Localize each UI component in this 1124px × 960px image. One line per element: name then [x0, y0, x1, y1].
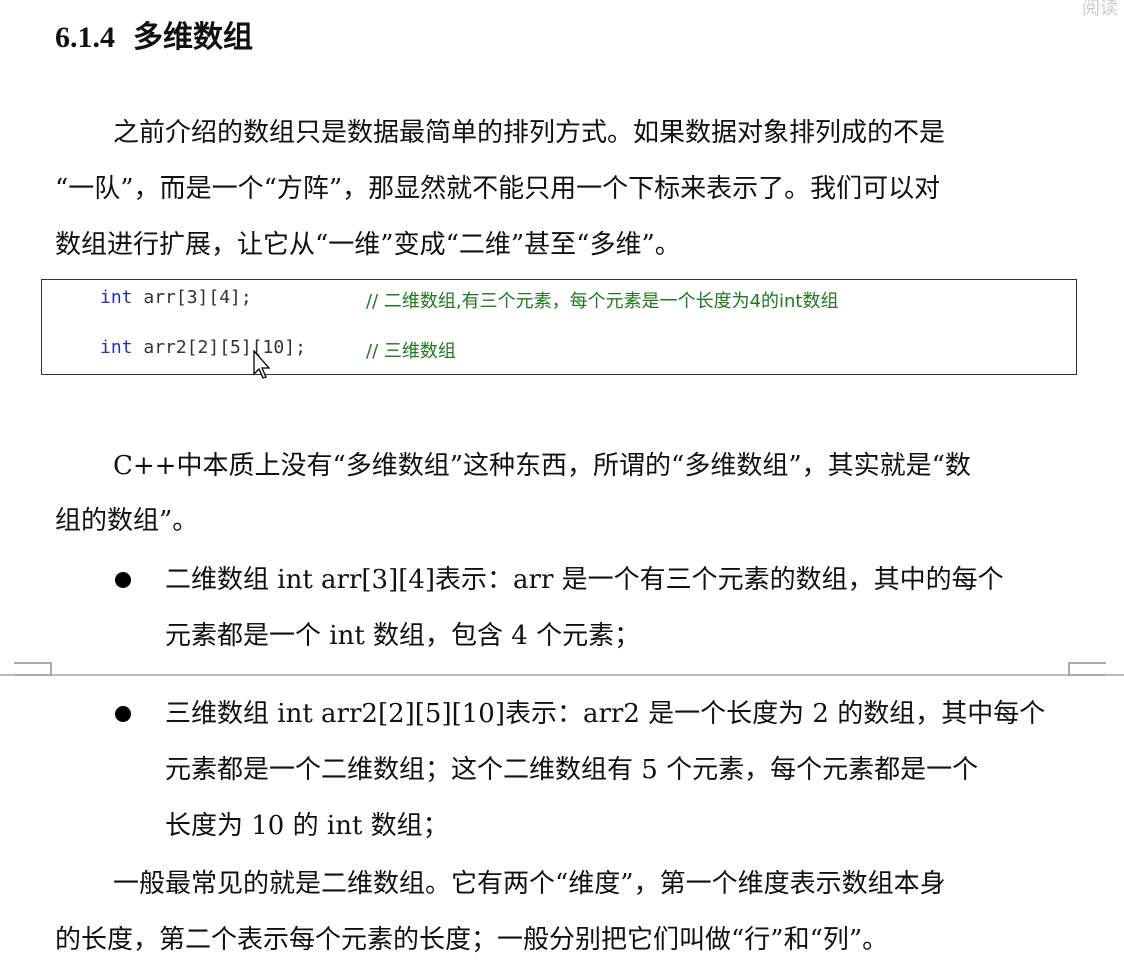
- paragraph-line: 之前介绍的数组只是数据最简单的排列方式。如果数据对象排列成的不是: [113, 118, 946, 148]
- section-heading: 6.1.4 多维数组: [55, 12, 253, 56]
- code-line: int arr[3][4];: [100, 287, 252, 308]
- mouse-cursor-icon: [253, 350, 271, 379]
- code-keyword: int: [100, 287, 133, 308]
- paragraph-line: 组的数组”。: [55, 506, 199, 536]
- code-declaration: arr[3][4];: [132, 287, 252, 308]
- page-break-line: [0, 674, 1124, 676]
- code-comment: // 二维数组,有三个元素，每个元素是一个长度为4的int数组: [366, 291, 839, 312]
- reading-mode-label[interactable]: 阅读: [1082, 0, 1118, 20]
- paragraph-line: 一般最常见的就是二维数组。它有两个“维度”，第一个维度表示数组本身: [113, 869, 946, 899]
- paragraph-line: 的长度，第二个表示每个元素的长度；一般分别把它们叫做“行”和“列”。: [55, 925, 889, 955]
- page-corner-mark: [14, 662, 52, 676]
- list-item-line: 元素都是一个 int 数组，包含 4 个元素；: [165, 621, 641, 651]
- list-item-line: 元素都是一个二维数组；这个二维数组有 5 个元素，每个元素都是一个: [165, 755, 979, 785]
- code-comment: // 三维数组: [366, 341, 456, 362]
- list-item-line: 长度为 10 的 int 数组；: [165, 811, 449, 841]
- bullet-icon: [115, 572, 131, 588]
- section-title: 多维数组: [133, 21, 253, 54]
- list-item-line: 三维数组 int arr2[2][5][10]表示：arr2 是一个长度为 2 …: [165, 699, 1046, 729]
- page-corner-mark: [1068, 662, 1106, 676]
- section-number: 6.1.4: [55, 21, 115, 54]
- code-keyword: int: [100, 337, 133, 358]
- paragraph-line: “一队”，而是一个“方阵”，那显然就不能只用一个下标来表示了。我们可以对: [55, 174, 941, 204]
- paragraph-line: 数组进行扩展，让它从“一维”变成“二维”甚至“多维”。: [55, 230, 681, 260]
- bullet-icon: [115, 706, 131, 722]
- list-item-line: 二维数组 int arr[3][4]表示：arr 是一个有三个元素的数组，其中的…: [165, 565, 1004, 595]
- code-line: int arr2[2][5][10];: [100, 337, 306, 358]
- code-declaration: arr2[2][5][10];: [132, 337, 306, 358]
- paragraph-line: C++中本质上没有“多维数组”这种东西，所谓的“多维数组”，其实就是“数: [113, 451, 971, 481]
